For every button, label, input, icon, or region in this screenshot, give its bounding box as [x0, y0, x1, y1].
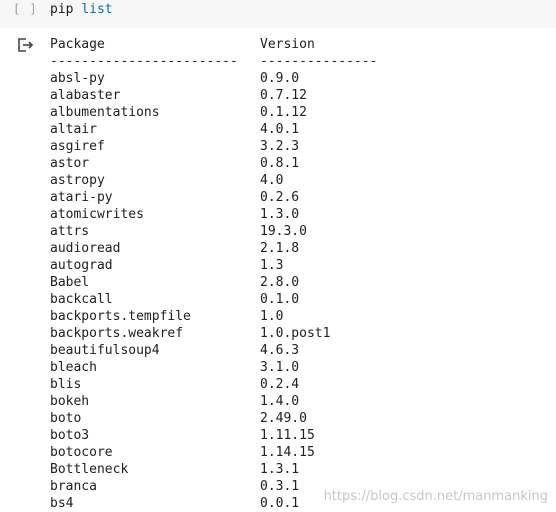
package-name: Babel: [50, 275, 90, 290]
package-name: alabaster: [50, 88, 121, 103]
package-name: astor: [50, 156, 90, 171]
package-name: blis: [50, 377, 82, 392]
table-row: astropy 4.0: [50, 172, 460, 189]
package-name: atomicwrites: [50, 207, 144, 222]
package-name: absl-py: [50, 71, 105, 86]
package-version: 0.1.0: [260, 292, 300, 307]
table-row: autograd 1.3: [50, 257, 460, 274]
package-version: 2.1.8: [260, 241, 300, 256]
package-name: autograd: [50, 258, 113, 273]
table-row: boto3 1.11.15: [50, 427, 460, 444]
table-row: bokeh 1.4.0: [50, 393, 460, 410]
package-version: 1.3: [260, 258, 284, 273]
table-row: attrs 19.3.0: [50, 223, 460, 240]
package-version: 4.6.3: [260, 343, 300, 358]
package-version: 19.3.0: [260, 224, 307, 239]
table-row: botocore 1.14.15: [50, 444, 460, 461]
package-version: 3.1.0: [260, 360, 300, 375]
package-version: 0.1.12: [260, 105, 307, 120]
package-name: attrs: [50, 224, 90, 239]
table-row: atomicwrites 1.3.0: [50, 206, 460, 223]
table-row: boto 2.49.0: [50, 410, 460, 427]
package-name: bleach: [50, 360, 97, 375]
package-name: astropy: [50, 173, 105, 188]
output-redirect-icon[interactable]: [17, 37, 35, 53]
table-row: asgiref 3.2.3: [50, 138, 460, 155]
package-version: 0.9.0: [260, 71, 300, 86]
table-row: astor 0.8.1: [50, 155, 460, 172]
package-version: 1.3.1: [260, 462, 300, 477]
table-row: backports.weakref 1.0.post1: [50, 325, 460, 342]
package-name: albumentations: [50, 105, 160, 120]
separator-package: ------------------------: [50, 54, 238, 69]
package-name: boto: [50, 411, 82, 426]
package-version: 2.49.0: [260, 411, 307, 426]
package-name: bokeh: [50, 394, 90, 409]
package-name: audioread: [50, 241, 121, 256]
package-name: boto3: [50, 428, 90, 443]
package-name: backcall: [50, 292, 113, 307]
package-version: 1.11.15: [260, 428, 315, 443]
watermark: https://blog.csdn.net/manmanking: [323, 489, 548, 504]
package-version: 1.14.15: [260, 445, 315, 460]
package-name: atari-py: [50, 190, 113, 205]
package-name: branca: [50, 479, 97, 494]
table-row: absl-py 0.9.0: [50, 70, 460, 87]
table-row: bleach 3.1.0: [50, 359, 460, 376]
separator-version: ---------------: [260, 54, 378, 69]
package-version: 0.7.12: [260, 88, 307, 103]
cell-output: Package Version ------------------------…: [50, 36, 460, 512]
package-version: 0.2.4: [260, 377, 300, 392]
table-separator: ------------------------ ---------------: [50, 53, 460, 70]
table-row: backcall 0.1.0: [50, 291, 460, 308]
cell-run-indicator[interactable]: [ ]: [13, 2, 38, 16]
package-version: 1.0.post1: [260, 326, 331, 341]
package-name: bs4: [50, 496, 74, 511]
package-version: 1.4.0: [260, 394, 300, 409]
table-row: beautifulsoup4 4.6.3: [50, 342, 460, 359]
table-row: altair 4.0.1: [50, 121, 460, 138]
package-version: 0.8.1: [260, 156, 300, 171]
table-row: atari-py 0.2.6: [50, 189, 460, 206]
package-version: 4.0: [260, 173, 284, 188]
header-package: Package: [50, 37, 105, 52]
package-version: 3.2.3: [260, 139, 300, 154]
code-command: pip: [50, 2, 74, 17]
package-version: 0.2.6: [260, 190, 300, 205]
package-name: Bottleneck: [50, 462, 129, 477]
package-version: 1.3.0: [260, 207, 300, 222]
table-row: albumentations 0.1.12: [50, 104, 460, 121]
table-row: backports.tempfile 1.0: [50, 308, 460, 325]
package-name: botocore: [50, 445, 113, 460]
package-name: altair: [50, 122, 97, 137]
package-version: 1.0: [260, 309, 284, 324]
table-row: blis 0.2.4: [50, 376, 460, 393]
package-name: backports.weakref: [50, 326, 184, 341]
table-header: Package Version: [50, 36, 460, 53]
table-row: audioread 2.1.8: [50, 240, 460, 257]
package-list: absl-py 0.9.0 alabaster 0.7.12 albumentation…: [50, 70, 460, 512]
package-version: 2.8.0: [260, 275, 300, 290]
table-row: Babel 2.8.0: [50, 274, 460, 291]
package-name: asgiref: [50, 139, 105, 154]
header-version: Version: [260, 37, 315, 52]
package-name: backports.tempfile: [50, 309, 191, 324]
code-cell-input[interactable]: [ ] pip list: [0, 0, 556, 28]
code-argument: list: [81, 2, 113, 17]
package-name: beautifulsoup4: [50, 343, 160, 358]
table-row: Bottleneck 1.3.1: [50, 461, 460, 478]
code-editor[interactable]: pip list: [50, 1, 113, 18]
package-version: 4.0.1: [260, 122, 300, 137]
table-row: alabaster 0.7.12: [50, 87, 460, 104]
